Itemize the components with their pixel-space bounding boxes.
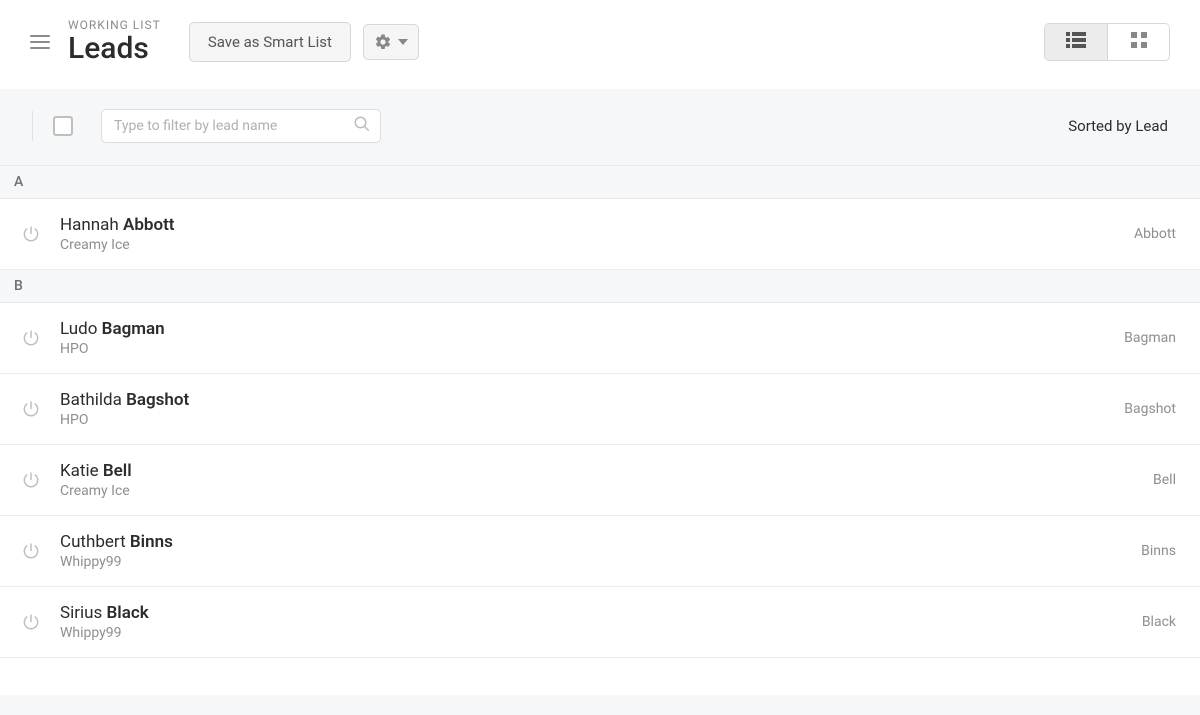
lead-company: HPO xyxy=(60,341,1124,357)
divider xyxy=(32,111,33,141)
lead-row[interactable]: Sirius BlackWhippy99Black xyxy=(0,587,1200,658)
lead-name: Ludo Bagman xyxy=(60,319,1124,339)
gear-icon xyxy=(374,33,392,51)
first-name: Katie xyxy=(60,461,103,481)
page-supertitle: WORKING LIST xyxy=(68,18,161,32)
last-name: Binns xyxy=(130,532,173,552)
last-name: Bagshot xyxy=(126,390,189,410)
list-view-icon xyxy=(1066,32,1086,52)
first-name: Hannah xyxy=(60,215,123,235)
lead-name: Katie Bell xyxy=(60,461,1153,481)
lead-sort-key: Bagman xyxy=(1124,330,1176,346)
last-name: Bell xyxy=(103,461,132,481)
power-icon xyxy=(20,327,42,349)
lead-info: Sirius Black Whippy99 xyxy=(60,603,1142,641)
select-all-checkbox[interactable] xyxy=(53,116,73,136)
lead-info: Cuthbert Binns Whippy99 xyxy=(60,532,1141,570)
lead-sort-key: Binns xyxy=(1141,543,1176,559)
lead-list[interactable]: AHannah AbbottCreamy IceAbbottBLudo Bagm… xyxy=(0,165,1200,695)
list-view-button[interactable] xyxy=(1045,24,1107,60)
lead-name: Sirius Black xyxy=(60,603,1142,623)
filter-bar: Sorted by Lead xyxy=(0,89,1200,165)
lead-row[interactable]: Hannah AbbottCreamy IceAbbott xyxy=(0,199,1200,270)
lead-info: Bathilda Bagshot HPO xyxy=(60,390,1124,428)
section-header: A xyxy=(0,166,1200,199)
lead-info: Ludo Bagman HPO xyxy=(60,319,1124,357)
lead-sort-key: Black xyxy=(1142,614,1176,630)
first-name: Bathilda xyxy=(60,390,126,410)
lead-company: Creamy Ice xyxy=(60,237,1134,253)
lead-sort-key: Bagshot xyxy=(1124,401,1176,417)
lead-name: Hannah Abbott xyxy=(60,215,1134,235)
lead-company: Creamy Ice xyxy=(60,483,1153,499)
grid-view-icon xyxy=(1131,32,1147,52)
search-input[interactable] xyxy=(101,109,381,143)
lead-company: Whippy99 xyxy=(60,554,1141,570)
first-name: Sirius xyxy=(60,603,106,623)
lead-info: Hannah Abbott Creamy Ice xyxy=(60,215,1134,253)
save-smart-list-button[interactable]: Save as Smart List xyxy=(189,22,351,62)
power-icon xyxy=(20,540,42,562)
lead-sort-key: Bell xyxy=(1153,472,1176,488)
settings-dropdown[interactable] xyxy=(363,24,419,60)
first-name: Ludo xyxy=(60,319,102,339)
lead-company: Whippy99 xyxy=(60,625,1142,641)
page-title: Leads xyxy=(68,32,161,65)
grid-view-button[interactable] xyxy=(1107,24,1169,60)
title-block: WORKING LIST Leads xyxy=(68,18,161,65)
lead-sort-key: Abbott xyxy=(1134,226,1176,242)
lead-name: Bathilda Bagshot xyxy=(60,390,1124,410)
lead-row[interactable]: Katie BellCreamy IceBell xyxy=(0,445,1200,516)
first-name: Cuthbert xyxy=(60,532,130,552)
lead-row[interactable]: Ludo BagmanHPOBagman xyxy=(0,303,1200,374)
lead-row[interactable]: Cuthbert BinnsWhippy99Binns xyxy=(0,516,1200,587)
power-icon xyxy=(20,469,42,491)
search-wrap xyxy=(101,109,381,143)
view-toggle xyxy=(1044,23,1170,61)
lead-info: Katie Bell Creamy Ice xyxy=(60,461,1153,499)
lead-row[interactable]: Bathilda BagshotHPOBagshot xyxy=(0,374,1200,445)
lead-name: Cuthbert Binns xyxy=(60,532,1141,552)
power-icon xyxy=(20,611,42,633)
last-name: Bagman xyxy=(102,319,165,339)
menu-toggle[interactable] xyxy=(30,35,50,49)
lead-company: HPO xyxy=(60,412,1124,428)
section-header: B xyxy=(0,270,1200,303)
sort-label[interactable]: Sorted by Lead xyxy=(1068,117,1168,135)
power-icon xyxy=(20,398,42,420)
power-icon xyxy=(20,223,42,245)
topbar: WORKING LIST Leads Save as Smart List xyxy=(0,0,1200,89)
last-name: Abbott xyxy=(123,215,175,235)
chevron-down-icon xyxy=(398,39,408,45)
last-name: Black xyxy=(106,603,148,623)
